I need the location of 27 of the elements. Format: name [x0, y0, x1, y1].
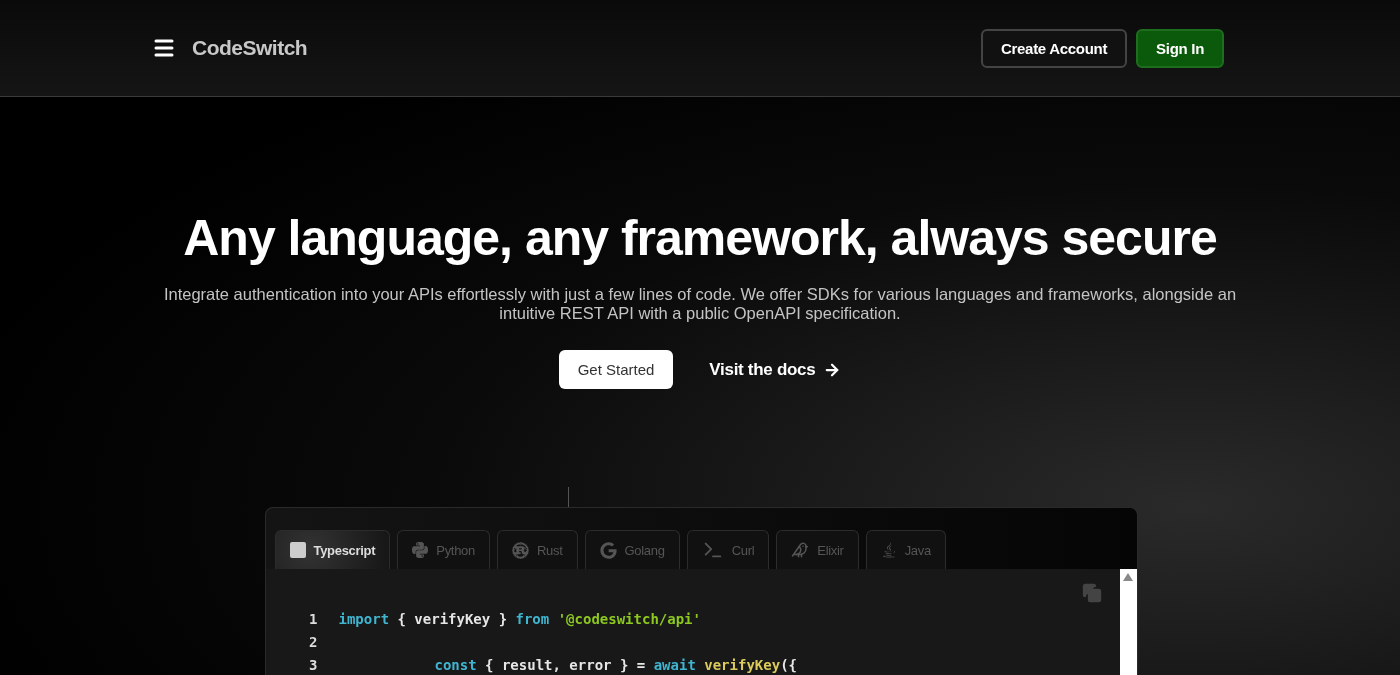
code-line: const { result, error } = await verifyKey({: [434, 656, 797, 673]
create-account-button[interactable]: Create Account: [981, 28, 1128, 68]
language-tab[interactable]: Python: [397, 530, 490, 569]
scrollbar[interactable]: [1119, 569, 1137, 675]
get-started-button[interactable]: Get Started: [558, 350, 674, 389]
code-line: import { verifyKey } from '@codeswitch/api': [338, 610, 701, 627]
line-number: 3: [308, 656, 318, 673]
scroll-up-icon[interactable]: [1123, 573, 1133, 581]
bird-icon: [791, 541, 810, 559]
g-letter-icon: [599, 541, 617, 559]
language-tab[interactable]: Elixir: [776, 530, 859, 569]
gear-icon: [511, 541, 529, 559]
line-number: 2: [308, 633, 318, 650]
language-tab[interactable]: Typescript: [274, 530, 391, 569]
js-icon: [289, 542, 306, 558]
hero-subtitle: Integrate authentication into your APIs effortlessly with just a few lines of code. We offer SDKs for various languages and frameworks, alongside an intuitive REST API with a public OpenAPI specification.: [162, 285, 1238, 323]
language-tab[interactable]: Golang: [584, 530, 680, 569]
hero-title: Any language, any framework, always secure: [183, 209, 1217, 267]
python-icon: [412, 542, 429, 558]
docs-link[interactable]: Visit the docs: [709, 359, 842, 380]
sign-in-button[interactable]: Sign In: [1136, 28, 1224, 68]
line-number: 1: [308, 610, 318, 627]
brand-name: CodeSwitch: [192, 36, 308, 60]
language-tab[interactable]: Curl: [686, 530, 770, 569]
language-tab[interactable]: Java: [865, 530, 946, 569]
language-tab[interactable]: Rust: [496, 530, 578, 569]
coffee-cup-icon: [880, 542, 897, 558]
